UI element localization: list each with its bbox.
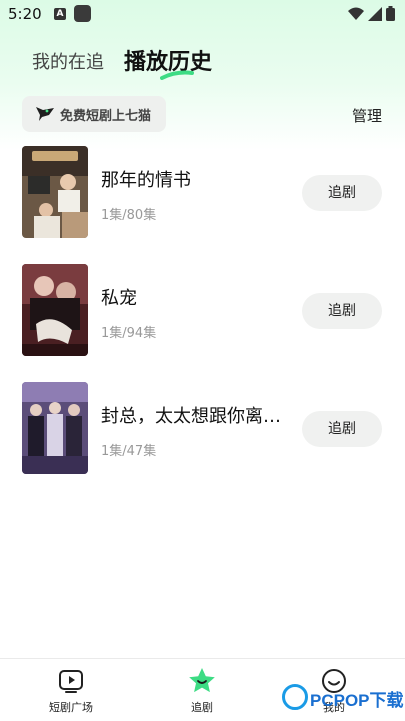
episode-progress: 1集/47集 [101,444,157,459]
drama-title: 私宠 [101,288,137,309]
battery-icon [386,6,395,21]
drama-cover [22,382,88,474]
promo-text: 免费短剧上七猫 [60,108,152,124]
list-item[interactable]: 那年的情书 1集/80集 追剧 [0,146,405,240]
active-tab-indicator [160,70,194,80]
manage-button[interactable]: 管理 [352,105,382,126]
list-item[interactable]: 封总，太太想跟你离… 1集/47集 追剧 [0,382,405,476]
nav-item-drama-plaza[interactable]: 短剧广场 [31,667,111,715]
drama-title: 封总，太太想跟你离… [101,406,281,427]
nav-label: 短剧广场 [49,701,93,714]
play-icon [59,670,83,693]
follow-button[interactable]: 追剧 [302,175,382,211]
signal-icon [368,6,382,21]
follow-button[interactable]: 追剧 [302,293,382,329]
app-notification-icon [74,5,91,22]
site-watermark: PCPOP下载 [282,682,405,718]
tab-following[interactable]: 我的在追 [32,48,104,74]
drama-title: 那年的情书 [101,170,191,191]
wifi-icon [348,7,364,20]
follow-button[interactable]: 追剧 [302,411,382,447]
drama-cover [22,264,88,356]
status-bar: 5:20 A [0,0,405,30]
episode-progress: 1集/94集 [101,326,157,341]
star-icon [189,668,215,693]
notification-icon: A [54,8,66,20]
nav-label: 追剧 [191,701,213,714]
list-item[interactable]: 私宠 1集/94集 追剧 [0,264,405,358]
watermark-logo-icon [282,684,308,710]
promo-banner[interactable]: 免费短剧上七猫 [22,96,166,132]
nav-item-follow[interactable]: 追剧 [162,667,242,715]
status-icons [348,6,395,21]
episode-progress: 1集/80集 [101,208,157,223]
status-time: 5:20 [8,5,42,23]
drama-cover [22,146,88,238]
cat-logo-icon [36,107,54,121]
watermark-text: PCPOP下载 [310,691,404,710]
